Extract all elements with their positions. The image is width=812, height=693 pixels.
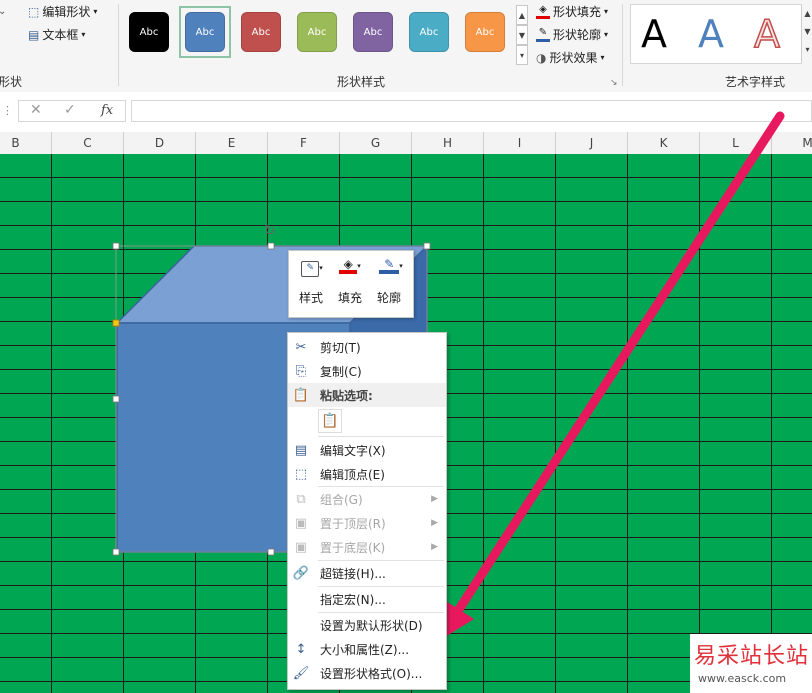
adjust-handle[interactable] bbox=[112, 319, 120, 327]
menu-item-format-shape[interactable]: 🖌 设置形状格式(O)... bbox=[288, 661, 446, 685]
clipboard-icon: 📋 bbox=[292, 387, 310, 403]
watermark: 易采站长站 www.easck.com bbox=[690, 634, 812, 693]
menu-item-copy[interactable]: ⎘ 复制(C) bbox=[288, 359, 446, 383]
paste-option-icon[interactable]: 📋 bbox=[318, 409, 342, 433]
mini-outline-label[interactable]: 轮廓 bbox=[377, 289, 401, 306]
submenu-arrow-icon: ▶ bbox=[431, 494, 438, 504]
send-to-back-icon: ▣ bbox=[294, 539, 308, 555]
menu-item-send-to-back[interactable]: ▣ 置于底层(K) ▶ bbox=[288, 535, 446, 559]
size-icon: ↕ bbox=[295, 641, 307, 657]
context-menu: ✂ 剪切(T) ⎘ 复制(C) 📋 粘贴选项: 📋 ▤ 编辑文字(X) ⬚ 编辑… bbox=[287, 332, 447, 690]
annotation-arrow-shaft bbox=[447, 111, 785, 625]
menu-item-size-properties[interactable]: ↕ 大小和属性(Z)... bbox=[288, 637, 446, 661]
rotate-handle-icon[interactable]: ↻ bbox=[264, 223, 276, 239]
edit-text-icon: ▤ bbox=[294, 442, 308, 458]
menu-paste-options-header: 📋 粘贴选项: bbox=[288, 383, 446, 407]
style-icon[interactable]: ✎ ▾ bbox=[298, 259, 326, 279]
menu-item-edit-text[interactable]: ▤ 编辑文字(X) bbox=[288, 438, 446, 462]
group-icon: ⧉ bbox=[296, 491, 306, 507]
menu-item-edit-points[interactable]: ⬚ 编辑顶点(E) bbox=[288, 462, 446, 486]
watermark-url: www.easck.com bbox=[698, 672, 787, 685]
outline-icon[interactable]: ✎ ▾ bbox=[376, 257, 406, 279]
mini-style-label[interactable]: 样式 bbox=[299, 289, 323, 306]
menu-separator bbox=[318, 436, 444, 437]
copy-icon: ⎘ bbox=[295, 363, 307, 379]
submenu-arrow-icon: ▶ bbox=[431, 542, 438, 552]
bring-to-front-icon: ▣ bbox=[294, 515, 308, 531]
menu-item-bring-to-front[interactable]: ▣ 置于顶层(R) ▶ bbox=[288, 511, 446, 535]
menu-item-set-default-shape[interactable]: 设置为默认形状(D) bbox=[288, 613, 446, 637]
link-icon: 🔗 bbox=[292, 565, 310, 581]
menu-item-group[interactable]: ⧉ 组合(G) ▶ bbox=[288, 487, 446, 511]
menu-item-assign-macro[interactable]: 指定宏(N)... bbox=[288, 587, 446, 611]
edit-points-icon: ⬚ bbox=[294, 466, 308, 482]
format-brush-icon: 🖌 bbox=[292, 665, 310, 681]
mini-fill-label[interactable]: 填充 bbox=[338, 289, 362, 306]
submenu-arrow-icon: ▶ bbox=[431, 518, 438, 528]
scissors-icon: ✂ bbox=[295, 339, 307, 355]
menu-item-cut[interactable]: ✂ 剪切(T) bbox=[288, 335, 446, 359]
watermark-title: 易采站长站 bbox=[694, 644, 810, 669]
mini-toolbar: ✎ ▾ 样式 ◈ ▾ 填充 ✎ ▾ 轮廓 bbox=[288, 250, 414, 318]
menu-item-hyperlink[interactable]: 🔗 超链接(H)... bbox=[288, 561, 446, 585]
fill-icon[interactable]: ◈ ▾ bbox=[337, 257, 363, 279]
